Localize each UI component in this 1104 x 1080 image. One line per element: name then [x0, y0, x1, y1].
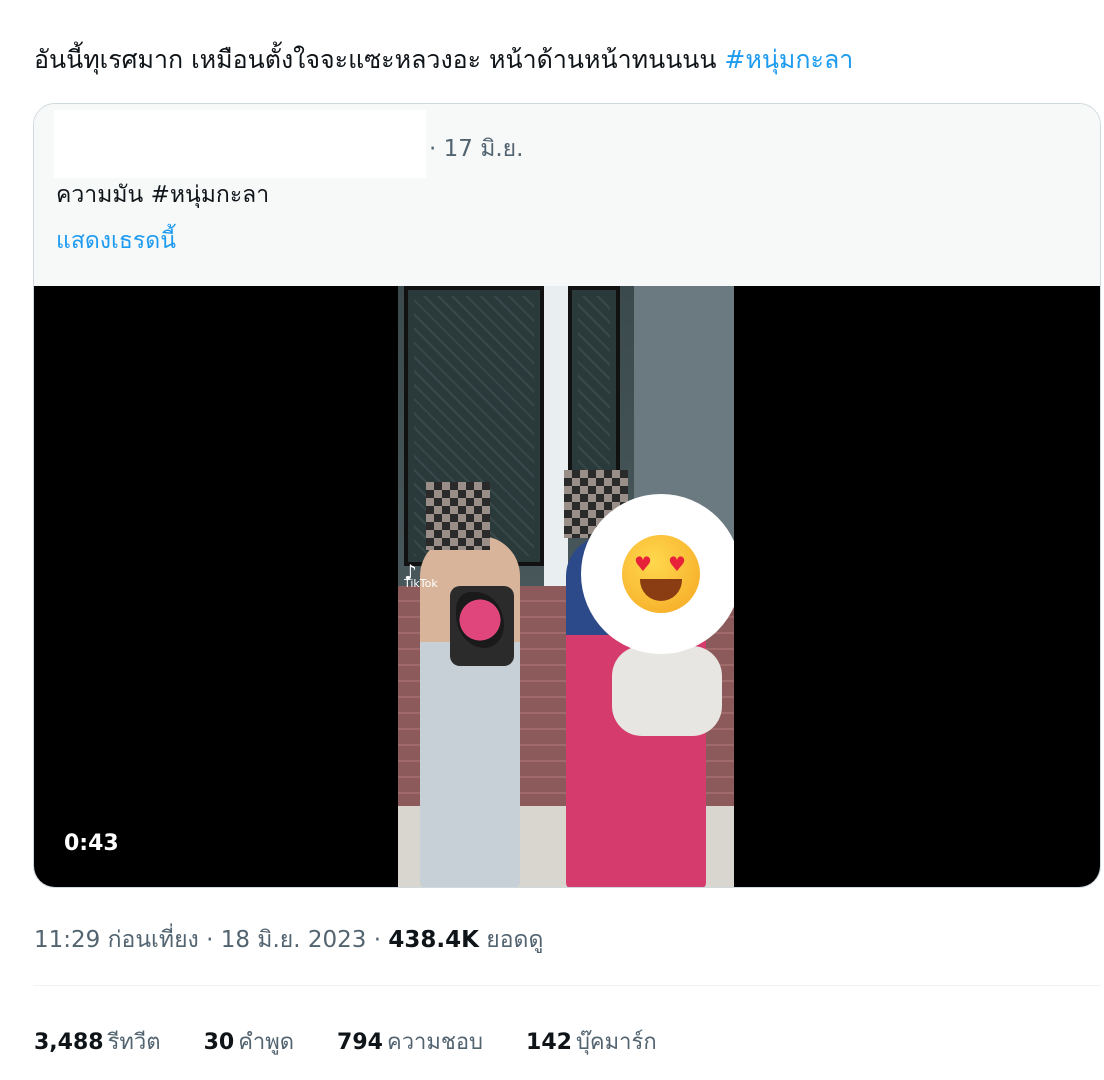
tweet-body: อันนี้ทุเรศมาก เหมือนตั้งใจจะแซะหลวงอะ ห…: [34, 45, 725, 74]
window-image: [568, 286, 620, 486]
baby: [612, 646, 722, 736]
quoted-tweet-header: · 17 มิ.ย. ความมัน #หนุ่มกะลา แสดงเธรดนี…: [34, 104, 1100, 286]
tweet-stats: 3,488 รีทวีต 30 คำพูด 794 ความชอบ 142 บุ๊คมา…: [34, 1024, 693, 1059]
retweets-stat[interactable]: 3,488 รีทวีต: [34, 1024, 161, 1059]
bookmarks-stat[interactable]: 142 บุ๊คมาร์ก: [526, 1024, 657, 1059]
views-count: 438.4K: [388, 927, 479, 953]
quoted-tweet-card[interactable]: · 17 มิ.ย. ความมัน #หนุ่มกะลา แสดงเธรดนี…: [33, 103, 1101, 888]
tweet-time-date[interactable]: 11:29 ก่อนเที่ยง · 18 มิ.ย. 2023 ·: [34, 927, 388, 953]
tweet-text: อันนี้ทุเรศมาก เหมือนตั้งใจจะแซะหลวงอะ ห…: [34, 40, 853, 80]
pixelated-face: [426, 482, 490, 550]
show-thread-link[interactable]: แสดงเธรดนี้: [56, 223, 176, 259]
tiktok-watermark: ♪ TikTok: [404, 560, 438, 590]
redacted-author: [54, 110, 426, 178]
video-player[interactable]: ♥ ♥ ♪ TikTok 0:43: [34, 286, 1100, 887]
heart-eyes-emoji-icon: ♥ ♥: [581, 494, 734, 654]
views-label: ยอดดู: [478, 927, 544, 953]
tweet-timestamp[interactable]: 11:29 ก่อนเที่ยง · 18 มิ.ย. 2023 · 438.4…: [34, 922, 543, 958]
likes-stat[interactable]: 794 ความชอบ: [337, 1024, 483, 1059]
quoted-tweet-text: ความมัน #หนุ่มกะลา: [56, 182, 270, 208]
divider: [33, 985, 1101, 986]
quoted-tweet-date[interactable]: · 17 มิ.ย.: [429, 131, 523, 167]
tweet-hashtag-link[interactable]: #หนุ่มกะลา: [724, 45, 853, 74]
video-frame: ♥ ♥ ♪ TikTok: [398, 286, 734, 887]
video-duration: 0:43: [64, 831, 119, 856]
quotes-stat[interactable]: 30 คำพูด: [204, 1024, 294, 1059]
